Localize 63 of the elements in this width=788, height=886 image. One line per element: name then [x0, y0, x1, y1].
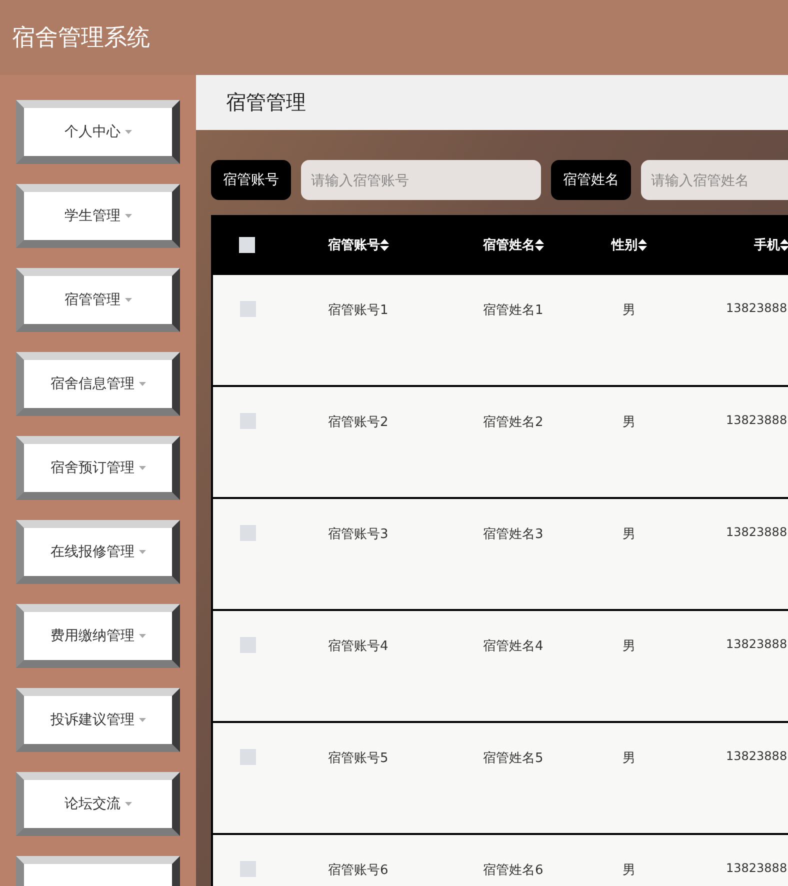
row-checkbox[interactable] [240, 861, 256, 877]
column-header[interactable]: 性别 [612, 236, 646, 254]
sort-icon[interactable] [780, 239, 788, 251]
table-cell-text: 宿管账号3 [328, 526, 388, 543]
table-cell-text: 宿管账号5 [328, 750, 388, 767]
table-cell-text: 宿管姓名5 [483, 750, 544, 767]
caret-icon [124, 298, 132, 302]
row-checkbox[interactable] [240, 525, 256, 541]
sidebar-menu-button[interactable]: 投诉建议管理 [16, 688, 180, 752]
caret-icon [138, 550, 146, 554]
sidebar-menu-button[interactable]: 宿管管理 [16, 268, 180, 332]
table-cell-text: 男 [622, 302, 636, 319]
table-cell-text: 男 [622, 638, 636, 655]
table-cell-text: 男 [622, 414, 636, 431]
table-cell-text: 宿管账号4 [328, 638, 388, 655]
table-cell: 13823888 [726, 749, 788, 763]
sort-icon[interactable] [638, 239, 646, 251]
sidebar-menu-button[interactable]: 宿舍信息管理 [16, 352, 180, 416]
caret-icon [124, 802, 132, 806]
sidebar-menu-button[interactable]: 个人中心 [16, 100, 180, 164]
table-cell-text: 男 [622, 862, 636, 879]
search-field[interactable]: 请输入宿管账号 [301, 160, 541, 200]
sidebar-menu-button[interactable]: 费用缴纳管理 [16, 604, 180, 668]
table-cell-text: 宿管姓名4 [483, 638, 544, 655]
table-cell-text: 男 [622, 750, 636, 767]
table-cell-text: 宿管账号1 [328, 302, 388, 319]
sidebar-menu-button[interactable]: 学生管理 [16, 184, 180, 248]
table-cell: 13823888 [726, 413, 788, 427]
sidebar-menu-button[interactable]: 论坛交流 [16, 772, 180, 836]
caret-icon [138, 382, 146, 386]
table-cell-text: 宿管姓名1 [483, 302, 544, 319]
caret-icon [124, 130, 132, 134]
page-title: 宿管管理 [226, 89, 306, 116]
table-cell-text: 男 [622, 526, 636, 543]
row-checkbox[interactable] [240, 301, 256, 317]
table-cell-text: 宿管账号6 [328, 862, 388, 879]
caret-icon [138, 718, 146, 722]
row-checkbox[interactable] [240, 749, 256, 765]
table-cell-text: 宿管姓名6 [483, 862, 544, 879]
field-label: 宿管账号 [211, 160, 291, 200]
sort-icon[interactable] [535, 239, 544, 251]
table-cell-text: 宿管姓名2 [483, 414, 544, 431]
row-checkbox[interactable] [240, 637, 256, 653]
sort-icon[interactable] [380, 239, 389, 251]
column-header[interactable]: 手机 [754, 236, 788, 254]
sidebar-menu-button[interactable]: 宿舍预订管理 [16, 436, 180, 500]
caret-icon [124, 214, 132, 218]
caret-icon [138, 634, 146, 638]
field-label: 宿管姓名 [551, 160, 631, 200]
sidebar-menu-button[interactable]: 在线报修管理 [16, 520, 180, 584]
column-header[interactable]: 宿管账号 [328, 236, 389, 254]
table-cell: 13823888 [726, 861, 788, 875]
table-cell: 13823888 [726, 525, 788, 539]
table-cell: 13823888 [726, 637, 788, 651]
table-cell-text: 宿管姓名3 [483, 526, 544, 543]
caret-icon [138, 466, 146, 470]
table-cell: 13823888 [726, 301, 788, 315]
search-field[interactable]: 请输入宿管姓名 [641, 160, 788, 200]
table-cell-text: 宿管账号2 [328, 414, 388, 431]
column-header[interactable]: 宿管姓名 [483, 236, 544, 254]
row-checkbox[interactable] [240, 413, 256, 429]
select-all-checkbox[interactable] [239, 237, 255, 253]
app-title: 宿舍管理系统 [12, 24, 150, 53]
